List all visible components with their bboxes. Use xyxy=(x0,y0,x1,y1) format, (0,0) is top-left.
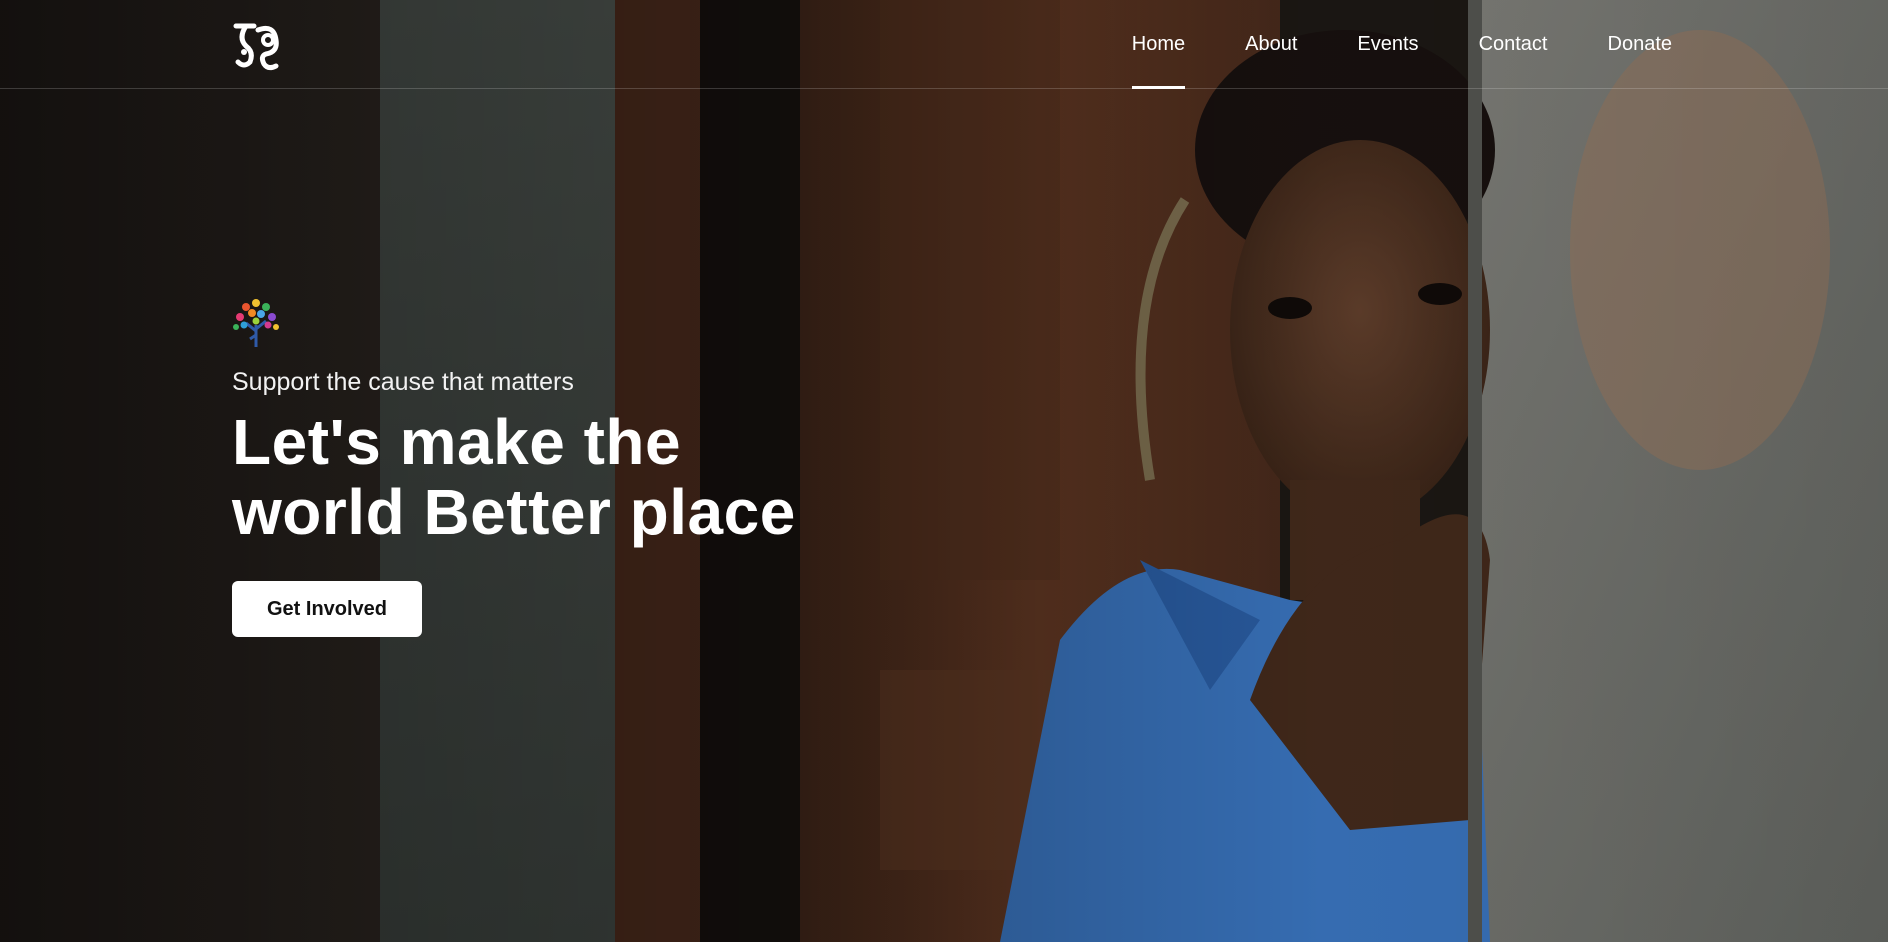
nav-about[interactable]: About xyxy=(1215,0,1327,88)
get-involved-button[interactable]: Get Involved xyxy=(232,581,422,637)
landing-page: Home About Events Contact Donate Support… xyxy=(0,0,1888,942)
main-nav: Home About Events Contact Donate xyxy=(1102,0,1673,89)
nav-contact[interactable]: Contact xyxy=(1449,0,1578,88)
hero-headline-line-2: world Better place xyxy=(232,476,796,548)
nav-donate[interactable]: Donate xyxy=(1578,0,1673,88)
logo-icon[interactable] xyxy=(232,16,284,72)
colorful-tree-icon xyxy=(233,299,279,347)
site-header: Home About Events Contact Donate xyxy=(0,0,1888,89)
hero-headline: Let's make the world Better place xyxy=(232,407,932,547)
hero-tagline: Support the cause that matters xyxy=(232,368,574,396)
nav-home[interactable]: Home xyxy=(1102,0,1215,89)
hero-section: Support the cause that matters Let's mak… xyxy=(232,295,932,637)
hero-headline-line-1: Let's make the xyxy=(232,406,682,478)
nav-events[interactable]: Events xyxy=(1327,0,1448,88)
